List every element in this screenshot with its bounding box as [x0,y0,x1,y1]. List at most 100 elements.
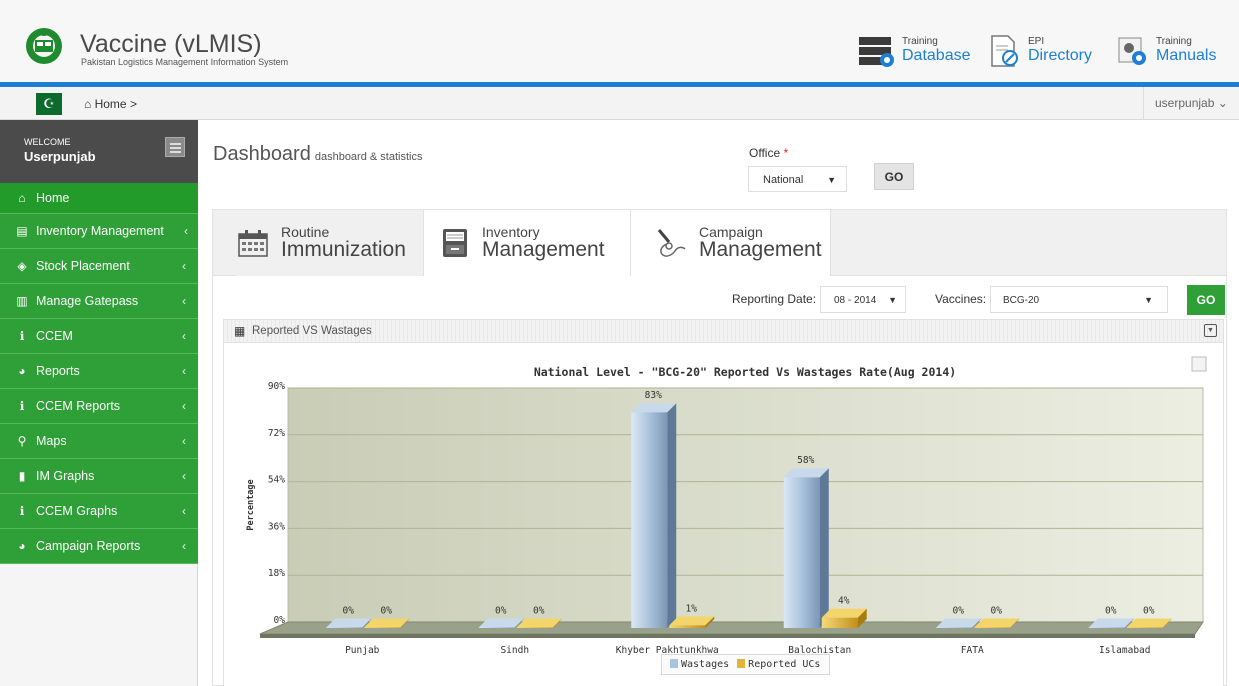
chart-legend: Wastages Reported UCs [661,654,830,675]
vaccine-go-button[interactable]: GO [1187,285,1225,315]
calendar-icon [238,230,268,257]
training-manuals-large: Manuals [1156,47,1217,64]
sidebar-item-label: Home [36,191,70,205]
legend-item-wastages[interactable]: Wastages [670,659,729,670]
tab-campaign-management[interactable]: Campaign Management [631,210,831,276]
sidebar-item-im-graphs[interactable]: ▮ IM Graphs ‹ [0,459,198,494]
bar-side [819,468,829,628]
data-label: 1% [686,603,698,614]
sidebar-item-label: Reports [36,364,80,378]
sidebar-item-label: IM Graphs [36,469,95,483]
collapse-toggle-icon[interactable]: ▼ [1204,324,1217,337]
info-icon: ℹ [19,504,25,518]
reporting-date-label: Reporting Date: [732,292,817,306]
bar-wastages [936,627,973,628]
info-icon: ℹ [19,399,25,413]
data-label: 0% [381,606,393,617]
office-go-button[interactable]: GO [874,163,914,190]
bar-wastages [326,627,363,628]
reporting-date-select[interactable]: 08 - 2014 ▼ [820,286,906,313]
app-title: Vaccine (vLMIS) [80,30,262,58]
tab-large-label: Immunization [281,238,406,261]
legend-swatch-reported-ucs [737,659,746,668]
pakistan-emblem-logo[interactable] [22,22,66,66]
directory-icon [991,35,1018,67]
training-database-large: Database [902,47,971,64]
data-label: 0% [953,606,965,617]
sidebar-item-inventory-management[interactable]: ▤ Inventory Management ‹ [0,214,198,249]
sidebar-item-maps[interactable]: ⚲ Maps ‹ [0,424,198,459]
portlet-title: Reported VS Wastages [252,325,372,337]
inventory-icon: ▤ [16,224,28,238]
bar-reported-ucs [669,625,706,628]
sidebar-item-reports[interactable]: ◕ Reports ‹ [0,354,198,389]
y-tick-label: 18% [268,568,285,579]
chevron-left-icon: ‹ [182,434,186,448]
legend-item-reported-ucs[interactable]: Reported UCs [737,659,820,670]
office-label-text: Office [749,146,781,160]
tab-routine-immunization[interactable]: Routine Immunization [237,210,422,276]
drawer-icon [443,229,467,257]
reports-icon: ◕ [18,539,26,553]
database-icon [859,37,894,67]
pakistan-flag-icon: ☪ [36,93,62,115]
chevron-left-icon: ‹ [182,364,186,378]
sidebar-item-label: Campaign Reports [36,539,141,553]
data-label: 0% [343,606,355,617]
sidebar-item-label: Inventory Management [36,224,164,238]
reports-icon: ◕ [18,364,26,378]
sidebar-item-home[interactable]: ⌂ Home [0,183,198,214]
y-axis-label: Percentage [246,479,256,530]
tab-small-label: Campaign [699,224,763,240]
sidebar-toggle-button[interactable] [165,137,185,157]
sidebar-item-label: Stock Placement [36,259,130,273]
user-menu-button[interactable]: userpunjab ⌄ [1143,87,1239,120]
bar-wastages [478,627,515,628]
data-label: 0% [991,606,1003,617]
bar-wastages [631,412,668,628]
chevron-left-icon: ‹ [182,399,186,413]
office-select[interactable]: National ▼ [748,166,847,192]
sidebar-item-label: CCEM [36,329,73,343]
bar-reported-ucs [1126,627,1163,628]
sidebar-item-stock-placement[interactable]: ◈ Stock Placement ‹ [0,249,198,284]
epi-directory-link[interactable]: EPI Directory [988,34,1092,68]
sidebar-item-campaign-reports[interactable]: ◕ Campaign Reports ‹ [0,529,198,564]
chevron-left-icon: ‹ [182,294,186,308]
legend-label: Reported UCs [748,659,821,670]
chevron-down-icon: ⌄ [1217,96,1228,110]
breadcrumb[interactable]: ⌂ Home > [84,97,137,111]
sidebar: WELCOME Userpunjab ⌂ Home ▤ Inventory Ma… [0,120,198,686]
welcome-panel: WELCOME Userpunjab [0,120,198,183]
vaccines-select[interactable]: BCG-20 ▼ [990,286,1168,313]
bar-side [667,403,677,628]
breadcrumb-separator: > [129,97,137,111]
legend-swatch-wastages [670,659,678,668]
breadcrumb-home[interactable]: Home [95,97,127,111]
tab-small-label: Routine [281,224,330,240]
info-icon: ℹ [19,329,25,343]
welcome-username: Userpunjab [24,149,96,164]
data-label: 4% [838,596,850,607]
training-manuals-link[interactable]: Training Manuals [1116,34,1216,68]
tab-inventory-management[interactable]: Inventory Management [423,210,631,276]
chart-floor-edge [260,634,1195,638]
sidebar-item-ccem-graphs[interactable]: ℹ CCEM Graphs ‹ [0,494,198,529]
y-tick-label: 54% [268,475,285,486]
chart-portlet-header: ▦ Reported VS Wastages ▼ [223,319,1224,343]
chevron-left-icon: ‹ [184,224,188,238]
epi-directory-large: Directory [1028,47,1093,64]
sidebar-item-manage-gatepass[interactable]: ▥ Manage Gatepass ‹ [0,284,198,319]
bar-reported-ucs [516,627,553,628]
caret-down-icon: ▼ [827,175,836,185]
x-tick-label: Sindh [500,645,529,656]
data-label: 0% [1105,606,1117,617]
user-menu-label: userpunjab [1155,96,1215,110]
sidebar-item-ccem-reports[interactable]: ℹ CCEM Reports ‹ [0,389,198,424]
bar-wastages [783,477,820,628]
reporting-date-value: 08 - 2014 [834,295,877,306]
data-label: 0% [533,606,545,617]
training-database-link[interactable]: Training Database [858,34,971,68]
sidebar-item-ccem[interactable]: ℹ CCEM ‹ [0,319,198,354]
tab-large-label: Management [482,238,605,261]
